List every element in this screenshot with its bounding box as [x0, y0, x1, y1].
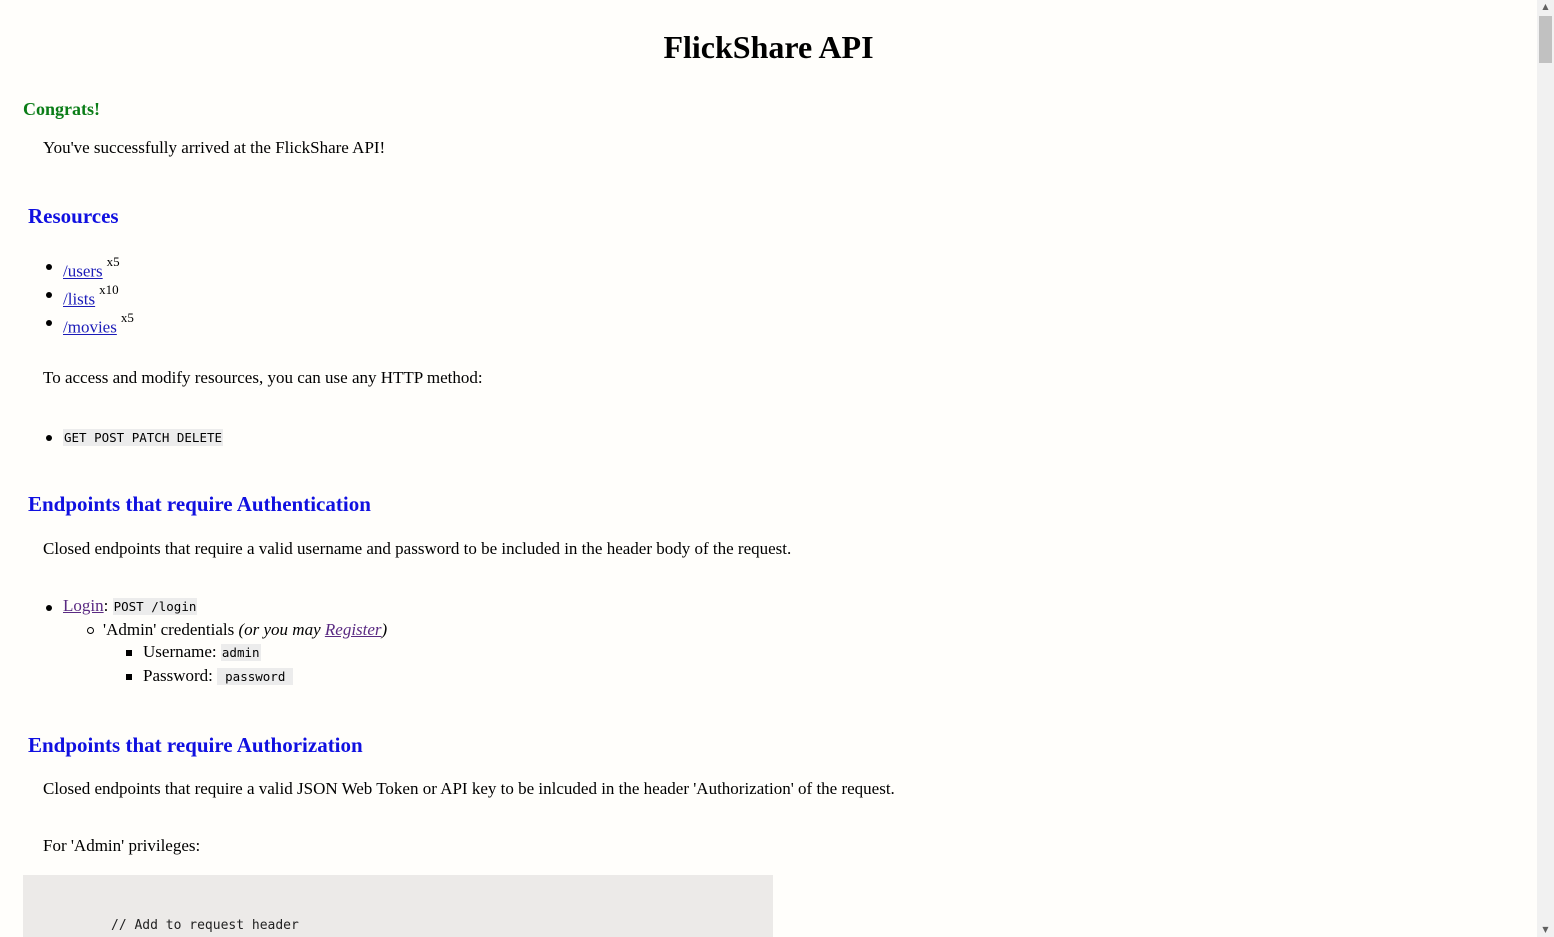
register-hint-text: (or you may [238, 620, 321, 639]
authorization-description: Closed endpoints that require a valid JS… [43, 779, 895, 798]
resource-item-lists: /lists x10 [46, 280, 134, 309]
username-item: Username: admin [126, 641, 293, 665]
http-methods-list: GET POST PATCH DELETE [46, 423, 224, 451]
resources-list: /usersx5 /listsx10 /moviesx5 [46, 252, 134, 337]
bullet-disc [46, 264, 52, 270]
http-methods-item: GET POST PATCH DELETE [46, 423, 224, 451]
bullet-disc [46, 435, 52, 441]
credentials-list: 'Admin' credentials (or you may Register… [87, 619, 387, 641]
movies-link[interactable]: /movies [63, 318, 117, 337]
resources-heading: Resources [28, 204, 119, 228]
scroll-thumb[interactable] [1539, 16, 1552, 63]
welcome-message: You've successfully arrived at the Flick… [43, 138, 386, 157]
password-value: password [217, 668, 294, 685]
page-title: FlickShare API [663, 29, 874, 65]
vertical-scrollbar[interactable]: ▲ ▼ [1537, 0, 1554, 937]
bullet-circle [87, 627, 94, 634]
password-label: Password: [143, 666, 213, 685]
resource-item-movies: /moviesx5 [46, 308, 134, 337]
scroll-down-arrow-icon[interactable]: ▼ [1537, 923, 1554, 937]
resource-count: x5 [106, 254, 120, 269]
login-link[interactable]: Login [63, 596, 104, 615]
admin-privileges-text: For 'Admin' privileges: [43, 836, 201, 855]
resource-count: x5 [120, 310, 134, 325]
authentication-list: Login: POST /login [46, 593, 198, 617]
resource-item-users: /usersx5 [46, 252, 134, 281]
register-hint-close: ) [381, 620, 388, 639]
resource-count: x10 [99, 282, 119, 297]
page-content: FlickShare API Congrats! You've successf… [0, 0, 1537, 937]
users-link[interactable]: /users [63, 262, 103, 281]
login-colon: : [103, 596, 109, 615]
bullet-disc [46, 605, 52, 611]
admin-credentials-label: 'Admin' credentials [103, 620, 235, 639]
username-value: admin [220, 644, 261, 661]
code-block: // Add to request header [23, 875, 773, 937]
register-hint: (or you may Register) [238, 620, 387, 639]
authentication-description: Closed endpoints that require a valid us… [43, 539, 792, 558]
http-methods-code: GET POST PATCH DELETE [63, 429, 224, 446]
bullet-disc [46, 292, 52, 298]
credential-details-list: Username: admin Password: password [126, 641, 294, 689]
bullet-disc [46, 320, 52, 326]
authorization-heading: Endpoints that require Authorization [28, 733, 363, 757]
lists-link[interactable]: /lists [63, 290, 95, 309]
authentication-heading: Endpoints that require Authentication [28, 492, 371, 516]
bullet-square [126, 674, 132, 680]
username-label: Username: [143, 642, 217, 661]
code-comment: // Add to request header [111, 918, 299, 933]
scroll-up-arrow-icon[interactable]: ▲ [1537, 0, 1554, 14]
register-link[interactable]: Register [325, 620, 382, 639]
login-item: Login: POST /login [46, 593, 198, 617]
login-endpoint-code: POST /login [112, 598, 198, 615]
http-methods-intro: To access and modify resources, you can … [43, 368, 483, 387]
password-item: Password: password [126, 665, 294, 689]
bullet-square [126, 650, 132, 656]
congrats-heading: Congrats! [23, 99, 100, 119]
admin-credentials-item: 'Admin' credentials (or you may Register… [87, 619, 387, 641]
